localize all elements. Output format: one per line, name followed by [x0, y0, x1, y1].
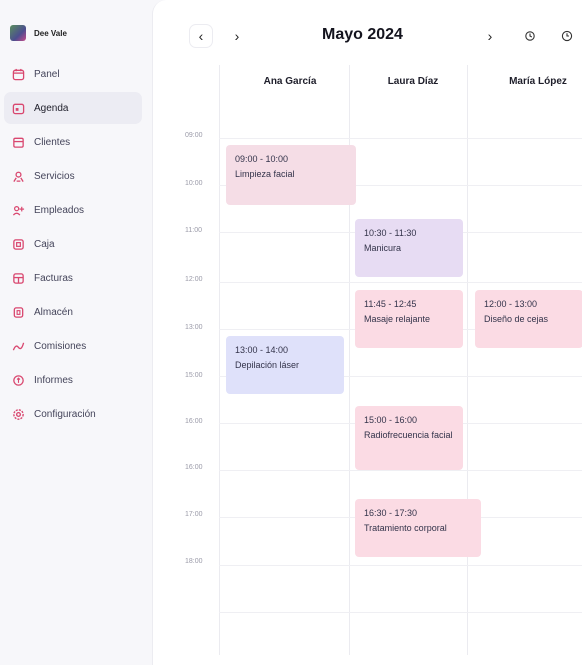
appointment-time: 09:00 - 10:00 [235, 154, 289, 164]
column-header-laura: Laura Díaz [387, 76, 439, 87]
time-label: 11:00 [185, 227, 202, 234]
time-label: 12:00 [185, 276, 203, 283]
appointment-time: 16:30 - 17:30 [364, 508, 418, 518]
calendar-toolbar: ‹ › Mayo 2024 › [153, 18, 582, 52]
appointment-card[interactable]: 09:00 - 10:00 Limpieza facial [226, 145, 356, 205]
appointment-service: Manicura [364, 242, 402, 253]
appointment-card[interactable]: 16:30 - 17:30 Tratamiento corporal [355, 499, 481, 557]
sidebar-item-label: Informes [34, 374, 73, 386]
sidebar-item-configuracion[interactable]: Configuración [4, 398, 142, 430]
sidebar-item-clientes[interactable]: Clientes [4, 126, 142, 158]
gear-icon [11, 407, 25, 421]
grid-row-line [219, 282, 582, 283]
time-label: 16:00 [185, 464, 203, 471]
appointment-time: 11:45 - 12:45 [364, 299, 417, 309]
grid-row-line [219, 470, 582, 471]
grid-row-line [219, 138, 582, 139]
sidebar-item-label: Caja [34, 238, 55, 250]
sidebar-item-label: Panel [34, 68, 60, 80]
sidebar: Dee Vale Panel Agenda Clientes Servicios… [0, 0, 150, 665]
column-header-maria: María López [509, 76, 567, 87]
appointment-card[interactable]: 12:00 - 13:00 Diseño de cejas [475, 290, 582, 348]
appointment-service: Tratamiento corporal [364, 522, 447, 533]
sidebar-item-label: Agenda [34, 102, 69, 114]
time-label: 15:00 [185, 372, 203, 379]
invoice-icon [11, 271, 25, 285]
calendar-panel: ‹ › Mayo 2024 › Ana García Laura Díaz Ma… [152, 0, 582, 665]
sidebar-item-caja[interactable]: Caja [4, 228, 142, 260]
calendar-grid: 09:00 10:00 11:00 12:00 13:00 15:00 16:0… [153, 65, 582, 655]
appointment-card[interactable]: 13:00 - 14:00 Depilación láser [226, 336, 344, 394]
sidebar-item-label: Comisiones [34, 340, 87, 352]
sidebar-item-label: Configuración [34, 408, 96, 420]
brand-logo [10, 25, 26, 41]
appointment-service: Masaje relajante [364, 313, 431, 324]
appointment-service: Limpieza facial [235, 168, 295, 179]
time-label: 10:00 [185, 180, 203, 187]
time-label: 13:00 [185, 324, 203, 331]
clock-icon [561, 30, 573, 42]
grid-row-line [219, 565, 582, 566]
commission-icon [11, 339, 25, 353]
appointment-card[interactable]: 10:30 - 11:30 Manicura [355, 219, 463, 277]
appointment-card[interactable]: 15:00 - 16:00 Radiofrecuencia facial [355, 406, 463, 470]
sidebar-item-panel[interactable]: Panel [4, 58, 142, 90]
appointment-time: 13:00 - 14:00 [235, 345, 289, 355]
appointment-time: 12:00 - 13:00 [484, 299, 538, 309]
services-icon [11, 169, 25, 183]
time-label: 09:00 [185, 132, 203, 139]
sidebar-item-label: Clientes [34, 136, 71, 148]
history-button[interactable] [518, 24, 542, 48]
appointment-service: Diseño de cejas [484, 313, 549, 324]
sidebar-item-label: Facturas [34, 272, 73, 284]
appointment-service: Depilación láser [235, 359, 300, 370]
grid-column-divider [219, 65, 220, 655]
employees-icon [11, 203, 25, 217]
sidebar-item-servicios[interactable]: Servicios [4, 160, 142, 192]
next-button[interactable]: › [225, 24, 249, 48]
history-icon [525, 31, 535, 41]
sidebar-item-almacen[interactable]: Almacén [4, 296, 142, 328]
sidebar-item-label: Almacén [34, 306, 73, 318]
clients-icon [11, 135, 25, 149]
sidebar-item-comisiones[interactable]: Comisiones [4, 330, 142, 362]
sidebar-item-label: Empleados [34, 204, 85, 216]
prev-button[interactable]: ‹ [189, 24, 213, 48]
next-week-button[interactable]: › [478, 24, 502, 48]
sidebar-item-agenda[interactable]: Agenda [4, 92, 142, 124]
sidebar-item-facturas[interactable]: Facturas [4, 262, 142, 294]
sidebar-item-informes[interactable]: Informes [4, 364, 142, 396]
cash-icon [11, 237, 25, 251]
chevron-right-icon: › [234, 28, 240, 44]
time-label: 17:00 [185, 511, 203, 518]
clock-button[interactable] [555, 24, 579, 48]
appointment-time: 15:00 - 16:00 [364, 415, 418, 425]
grid-column-divider [467, 65, 468, 655]
time-label: 16:00 [185, 418, 203, 425]
calendar-icon [11, 67, 25, 81]
brand-name: Dee Vale [34, 28, 67, 38]
time-label: 18:00 [185, 558, 203, 565]
appointment-time: 10:30 - 11:30 [364, 228, 417, 238]
page-title: Mayo 2024 [322, 26, 403, 43]
sidebar-item-label: Servicios [34, 170, 75, 182]
brand[interactable]: Dee Vale [0, 22, 150, 44]
chevron-right-icon: › [487, 28, 493, 44]
appointment-card[interactable]: 11:45 - 12:45 Masaje relajante [355, 290, 463, 348]
column-header-ana: Ana García [263, 76, 317, 87]
warehouse-icon [11, 305, 25, 319]
chevron-left-icon: ‹ [198, 28, 204, 44]
appointment-service: Radiofrecuencia facial [364, 429, 453, 440]
sidebar-item-empleados[interactable]: Empleados [4, 194, 142, 226]
grid-row-line [219, 612, 582, 613]
reports-icon [11, 373, 25, 387]
calendar-icon [11, 101, 25, 115]
